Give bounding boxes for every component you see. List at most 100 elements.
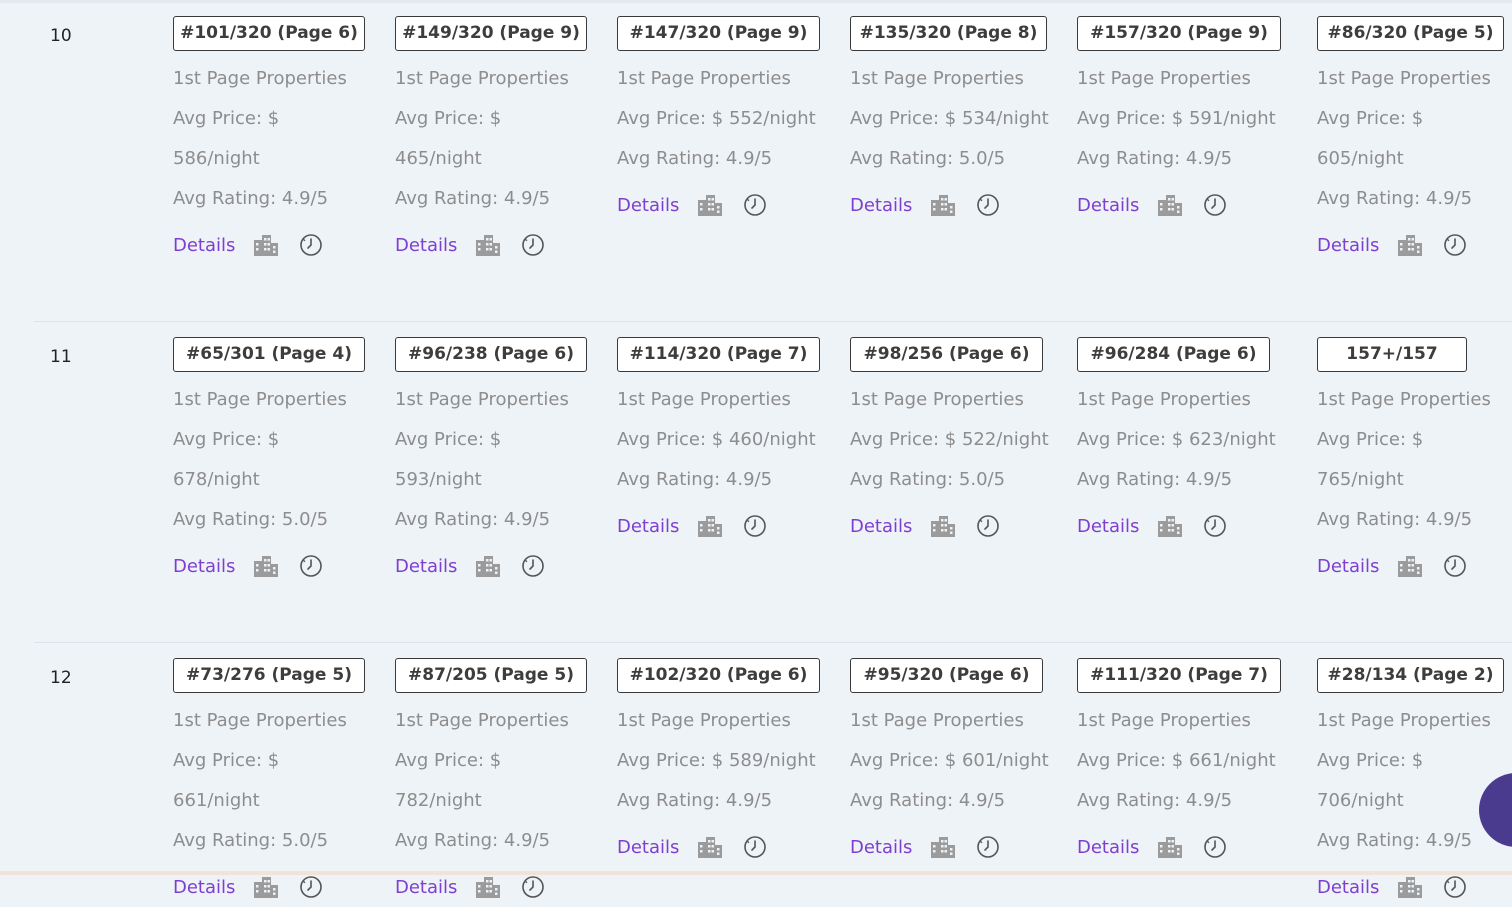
- details-link[interactable]: Details: [1317, 877, 1379, 898]
- rank-badge[interactable]: #87/205 (Page 5): [395, 658, 587, 693]
- details-link[interactable]: Details: [617, 516, 679, 537]
- clock-icon[interactable]: [299, 554, 323, 578]
- rank-badge[interactable]: #114/320 (Page 7): [617, 337, 820, 372]
- building-icon[interactable]: [697, 836, 723, 858]
- avg-rating: Avg Rating: 4.9/5: [617, 781, 820, 821]
- building-icon[interactable]: [697, 194, 723, 216]
- building-icon[interactable]: [930, 515, 956, 537]
- avg-rating-label: Avg Rating:: [395, 188, 504, 209]
- clock-icon[interactable]: [1203, 835, 1227, 859]
- building-icon[interactable]: [1397, 876, 1423, 898]
- clock-icon[interactable]: [1203, 193, 1227, 217]
- details-link[interactable]: Details: [617, 195, 679, 216]
- rank-badge[interactable]: #111/320 (Page 7): [1077, 658, 1281, 693]
- details-link[interactable]: Details: [1077, 837, 1139, 858]
- cell-stats: 1st Page Properties Avg Price: $ 465/nigh…: [395, 59, 587, 219]
- first-page-properties-label: 1st Page Properties: [1317, 68, 1491, 89]
- building-icon[interactable]: [1157, 194, 1183, 216]
- avg-price-value: 765/night: [1317, 469, 1404, 490]
- clock-icon[interactable]: [1443, 875, 1467, 899]
- clock-icon[interactable]: [743, 514, 767, 538]
- cell-actions: Details: [173, 546, 365, 586]
- rank-badge[interactable]: #149/320 (Page 9): [395, 16, 587, 51]
- rank-badge[interactable]: #96/238 (Page 6): [395, 337, 587, 372]
- cell-stats: 1st Page Properties Avg Price: $ 593/nigh…: [395, 380, 587, 540]
- building-icon[interactable]: [475, 555, 501, 577]
- building-icon[interactable]: [1157, 515, 1183, 537]
- rank-badge[interactable]: #95/320 (Page 6): [850, 658, 1043, 693]
- building-icon[interactable]: [697, 515, 723, 537]
- rank-badge[interactable]: #102/320 (Page 6): [617, 658, 820, 693]
- building-icon[interactable]: [253, 234, 279, 256]
- cell-stats: 1st Page Properties Avg Price: $ 522/nig…: [850, 380, 1049, 500]
- clock-icon[interactable]: [521, 875, 545, 899]
- avg-rating-value: 4.9/5: [1185, 469, 1233, 490]
- avg-rating-label: Avg Rating:: [617, 148, 726, 169]
- rank-badge[interactable]: #65/301 (Page 4): [173, 337, 365, 372]
- avg-price-label: Avg Price: $: [1077, 108, 1184, 129]
- avg-rating-value: 5.0/5: [958, 148, 1006, 169]
- rank-badge[interactable]: #86/320 (Page 5): [1317, 16, 1504, 51]
- details-link[interactable]: Details: [173, 556, 235, 577]
- clock-icon[interactable]: [521, 233, 545, 257]
- rank-badge[interactable]: #135/320 (Page 8): [850, 16, 1047, 51]
- clock-icon[interactable]: [976, 514, 1000, 538]
- building-icon[interactable]: [253, 555, 279, 577]
- cell-stats: 1st Page Properties Avg Price: $ 706/nigh…: [1317, 701, 1504, 861]
- clock-icon[interactable]: [743, 835, 767, 859]
- clock-icon[interactable]: [299, 233, 323, 257]
- first-page-properties-label: 1st Page Properties: [395, 710, 569, 731]
- rank-badge[interactable]: #157/320 (Page 9): [1077, 16, 1281, 51]
- rank-badge[interactable]: 157+/157: [1317, 337, 1467, 372]
- clock-icon[interactable]: [299, 875, 323, 899]
- cell-stats: 1st Page Properties Avg Price: $ 591/nig…: [1077, 59, 1281, 179]
- building-icon[interactable]: [1397, 234, 1423, 256]
- clock-icon[interactable]: [976, 835, 1000, 859]
- rank-badge[interactable]: #147/320 (Page 9): [617, 16, 820, 51]
- avg-rating-value: 4.9/5: [503, 188, 551, 209]
- details-link[interactable]: Details: [395, 877, 457, 898]
- avg-rating-value: 4.9/5: [1425, 830, 1473, 851]
- details-link[interactable]: Details: [173, 235, 235, 256]
- avg-rating-value: 4.9/5: [503, 830, 551, 851]
- building-icon[interactable]: [253, 876, 279, 898]
- clock-icon[interactable]: [1443, 233, 1467, 257]
- ranking-cell: #73/276 (Page 5) 1st Page Properties Avg…: [173, 658, 365, 907]
- clock-icon[interactable]: [521, 554, 545, 578]
- clock-icon[interactable]: [976, 193, 1000, 217]
- first-page-properties-label: 1st Page Properties: [850, 68, 1024, 89]
- building-icon[interactable]: [475, 876, 501, 898]
- clock-icon[interactable]: [1443, 554, 1467, 578]
- details-link[interactable]: Details: [1077, 516, 1139, 537]
- first-page-properties-label: 1st Page Properties: [1317, 710, 1491, 731]
- building-icon[interactable]: [930, 194, 956, 216]
- building-icon[interactable]: [1157, 836, 1183, 858]
- details-link[interactable]: Details: [850, 516, 912, 537]
- rank-badge[interactable]: #96/284 (Page 6): [1077, 337, 1270, 372]
- details-link[interactable]: Details: [1077, 195, 1139, 216]
- rank-badge[interactable]: #28/134 (Page 2): [1317, 658, 1504, 693]
- avg-rating-label: Avg Rating:: [850, 790, 959, 811]
- clock-icon[interactable]: [1203, 514, 1227, 538]
- clock-icon[interactable]: [743, 193, 767, 217]
- details-link[interactable]: Details: [395, 235, 457, 256]
- building-icon[interactable]: [930, 836, 956, 858]
- rank-badge[interactable]: #101/320 (Page 6): [173, 16, 365, 51]
- avg-price-label: Avg Price: $: [617, 108, 724, 129]
- building-icon[interactable]: [475, 234, 501, 256]
- details-link[interactable]: Details: [395, 556, 457, 577]
- building-icon[interactable]: [1397, 555, 1423, 577]
- details-link[interactable]: Details: [1317, 556, 1379, 577]
- avg-price-label: Avg Price: $: [173, 750, 280, 771]
- avg-price-label: Avg Price: $: [1317, 750, 1424, 771]
- details-link[interactable]: Details: [173, 877, 235, 898]
- rank-badge[interactable]: #73/276 (Page 5): [173, 658, 365, 693]
- rank-badge[interactable]: #98/256 (Page 6): [850, 337, 1043, 372]
- avg-rating-label: Avg Rating:: [173, 188, 282, 209]
- details-link[interactable]: Details: [1317, 235, 1379, 256]
- details-link[interactable]: Details: [850, 195, 912, 216]
- details-link[interactable]: Details: [617, 837, 679, 858]
- ranking-cell: #96/238 (Page 6) 1st Page Properties Avg…: [395, 337, 587, 586]
- details-link[interactable]: Details: [850, 837, 912, 858]
- avg-rating-value: 4.9/5: [281, 188, 329, 209]
